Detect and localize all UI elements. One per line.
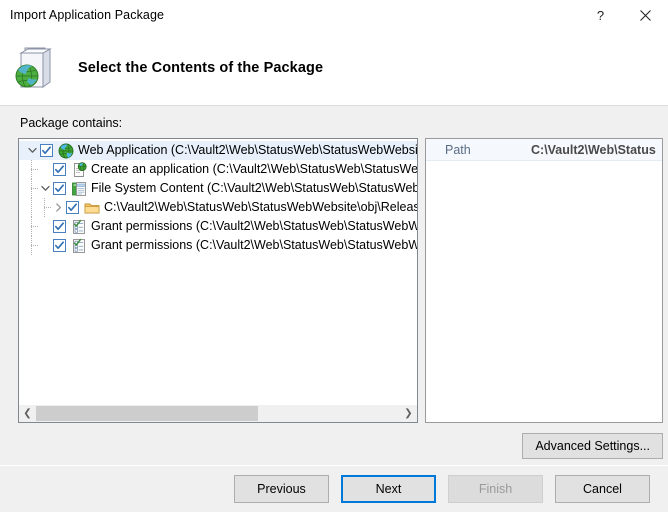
- close-icon: [640, 9, 651, 21]
- tree-item[interactable]: Web Application (C:\Vault2\Web\StatusWeb…: [19, 141, 417, 160]
- folder-icon: [83, 200, 100, 216]
- tree-item-checkbox[interactable]: [66, 201, 79, 214]
- next-button[interactable]: Next: [341, 475, 436, 503]
- tree-item-checkbox[interactable]: [53, 239, 66, 252]
- scrollbar-thumb[interactable]: [36, 406, 259, 421]
- permissions-checklist-icon: [70, 219, 87, 235]
- page-title: Select the Contents of the Package: [78, 59, 324, 76]
- package-contents-tree-panel: Web Application (C:\Vault2\Web\StatusWeb…: [18, 138, 418, 423]
- tree-item[interactable]: File System Content (C:\Vault2\Web\Statu…: [19, 179, 417, 198]
- file-system-content-icon: [70, 181, 87, 197]
- tree-connector: [25, 198, 38, 217]
- tree-expander-placeholder: [38, 236, 53, 255]
- package-contents-tree[interactable]: Web Application (C:\Vault2\Web\StatusWeb…: [19, 139, 417, 255]
- dialog-body: Package contains: Web Application (C:\Va…: [0, 106, 668, 512]
- tree-item-label: File System Content (C:\Vault2\Web\Statu…: [91, 181, 417, 195]
- package-contains-label: Package contains:: [20, 116, 123, 130]
- dialog-banner: Select the Contents of the Package: [0, 30, 668, 106]
- tree-expander-placeholder: [38, 160, 53, 179]
- window-title: Import Application Package: [10, 8, 165, 22]
- tree-item-checkbox[interactable]: [53, 220, 66, 233]
- details-row: Path C:\Vault2\Web\Status: [426, 139, 662, 161]
- tree-expander-expanded-icon[interactable]: [25, 141, 40, 160]
- advanced-settings-button[interactable]: Advanced Settings...: [522, 433, 663, 459]
- close-button[interactable]: [623, 0, 668, 30]
- tree-expander-collapsed-icon[interactable]: [51, 198, 66, 217]
- tree-item-label: Grant permissions (C:\Vault2\Web\StatusW…: [91, 219, 417, 233]
- tree-expander-expanded-icon[interactable]: [38, 179, 53, 198]
- tree-connector: [25, 217, 39, 236]
- tree-item-checkbox[interactable]: [40, 144, 53, 157]
- question-mark-icon: ?: [596, 7, 605, 23]
- previous-button[interactable]: Previous: [234, 475, 329, 503]
- scroll-right-arrow-icon[interactable]: ❯: [400, 405, 417, 422]
- tree-item[interactable]: Grant permissions (C:\Vault2\Web\StatusW…: [19, 236, 417, 255]
- tree-item-label: C:\Vault2\Web\StatusWeb\StatusWebWebsite…: [104, 200, 417, 214]
- tree-connector: [25, 160, 39, 179]
- tree-horizontal-scrollbar[interactable]: ❮ ❯: [19, 404, 417, 422]
- globe-icon: [57, 143, 74, 159]
- tree-item-checkbox[interactable]: [53, 182, 66, 195]
- item-details-panel: Path C:\Vault2\Web\Status: [425, 138, 663, 423]
- dialog-footer: Previous Next Finish Cancel: [0, 466, 668, 512]
- help-button[interactable]: ?: [578, 0, 623, 30]
- advanced-settings-container: Advanced Settings...: [425, 433, 663, 459]
- tree-scroll-area: Web Application (C:\Vault2\Web\StatusWeb…: [19, 139, 417, 404]
- title-bar: Import Application Package ?: [0, 0, 668, 30]
- permissions-checklist-icon: [70, 238, 87, 254]
- scroll-left-arrow-icon[interactable]: ❮: [19, 405, 36, 422]
- tree-item[interactable]: C:\Vault2\Web\StatusWeb\StatusWebWebsite…: [19, 198, 417, 217]
- tree-item-checkbox[interactable]: [53, 163, 66, 176]
- tree-item[interactable]: Create an application (C:\Vault2\Web\Sta…: [19, 160, 417, 179]
- tree-item-label: Grant permissions (C:\Vault2\Web\StatusW…: [91, 238, 417, 252]
- cancel-button[interactable]: Cancel: [555, 475, 650, 503]
- tree-item-label: Create an application (C:\Vault2\Web\Sta…: [91, 162, 417, 176]
- tree-item-label: Web Application (C:\Vault2\Web\StatusWeb…: [78, 143, 417, 157]
- tree-item[interactable]: Grant permissions (C:\Vault2\Web\StatusW…: [19, 217, 417, 236]
- package-globe-icon: [6, 45, 62, 91]
- tree-connector: [25, 179, 39, 198]
- finish-button: Finish: [448, 475, 543, 503]
- tree-connector: [25, 236, 39, 255]
- import-application-package-dialog: Import Application Package ? Select the …: [0, 0, 668, 512]
- application-page-icon: [70, 161, 87, 178]
- title-bar-buttons: ?: [578, 0, 668, 30]
- tree-expander-placeholder: [38, 217, 53, 236]
- scrollbar-track[interactable]: [36, 405, 400, 422]
- detail-key-path: Path: [445, 142, 471, 157]
- tree-connector: [38, 198, 52, 217]
- detail-value-path: C:\Vault2\Web\Status: [531, 142, 656, 157]
